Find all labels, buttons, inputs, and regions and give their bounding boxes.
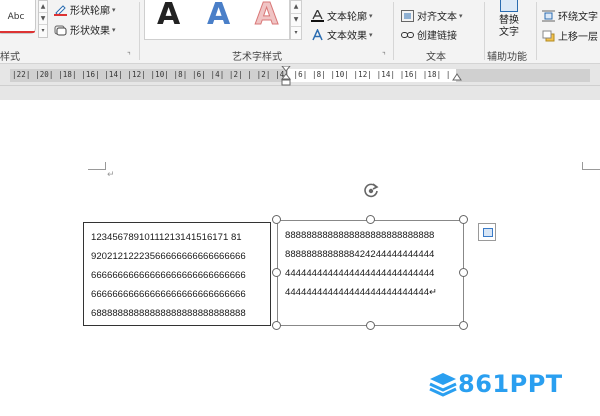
pen-icon <box>54 4 67 16</box>
textbox-2-line: 8888888888888424244444444444 <box>285 249 435 260</box>
textbox-1-line: 92021212223566666666666666666 <box>91 251 246 262</box>
scroll-up-icon[interactable]: ▲ <box>291 1 301 14</box>
brand-logo-text: 861PPT <box>458 370 563 398</box>
right-indent-marker-icon[interactable] <box>452 73 462 81</box>
resize-handle-top[interactable] <box>366 215 375 224</box>
alt-text-label-line2: 文字 <box>499 27 519 38</box>
scroll-down-icon[interactable]: ▼ <box>291 14 301 27</box>
chevron-down-icon: ▾ <box>369 30 373 39</box>
resize-handle-bottom-left[interactable] <box>272 321 281 330</box>
wordart-style-2[interactable]: A <box>207 0 230 32</box>
shape-outline-label: 形状轮廓 <box>70 6 110 17</box>
more-styles-icon[interactable]: ▾ <box>291 27 301 40</box>
shape-effects-label: 形状效果 <box>70 26 110 37</box>
group-separator <box>536 2 537 60</box>
chevron-down-icon: ▾ <box>112 5 116 14</box>
shape-style-preview-label: Abc <box>7 11 25 22</box>
paragraph-mark: ↵ <box>107 170 115 180</box>
margin-corner-mark <box>88 162 106 170</box>
text-outline-label: 文本轮廓 <box>327 12 367 23</box>
alt-text-icon <box>500 0 518 12</box>
layers-logo-icon <box>429 373 457 397</box>
shape-effects-icon <box>54 24 67 36</box>
resize-handle-left[interactable] <box>272 268 281 277</box>
bring-forward-label: 上移一层 <box>558 32 598 43</box>
text-group-label: 文本 <box>426 52 446 63</box>
ribbon: Abc ▲ ▼ ▾ 形状轮廓 ▾ 形状效果 ▾ 样式 ⌝ A A A ▲ ▼ ▾… <box>0 0 600 64</box>
link-icon <box>401 29 414 41</box>
bring-forward-button[interactable]: 上移一层 <box>542 28 598 43</box>
group-separator <box>139 2 140 60</box>
align-text-button[interactable]: 对齐文本 ▾ <box>401 8 463 23</box>
textbox-2[interactable]: 8888888888888888888888888888 88888888888… <box>277 220 464 326</box>
wordart-styles-group-label: 艺术字样式 <box>232 52 282 63</box>
text-outline-icon <box>311 8 324 22</box>
align-text-label: 对齐文本 <box>417 12 457 23</box>
chevron-down-icon: ▾ <box>112 25 116 34</box>
layout-options-icon[interactable] <box>478 223 496 241</box>
brand-logo: 861PPT <box>428 370 563 398</box>
text-outline-button[interactable]: 文本轮廓 ▾ <box>311 8 373 23</box>
create-link-button[interactable]: 创建链接 <box>401 27 457 42</box>
resize-handle-top-left[interactable] <box>272 215 281 224</box>
ruler-ticks: |22| |20| |18| |16| |14| |12| |10| |8| |… <box>12 70 451 79</box>
document-page[interactable]: ↵ 12345678910111213141516171 81 92021212… <box>0 100 600 416</box>
margin-corner-mark <box>582 162 600 170</box>
document-canvas: ↵ 12345678910111213141516171 81 92021212… <box>0 86 600 416</box>
textbox-1-line: 66666666666666666666666666666 <box>91 270 246 281</box>
resize-handle-right[interactable] <box>459 268 468 277</box>
wordart-style-1[interactable]: A <box>157 0 180 32</box>
shape-style-preview[interactable]: Abc <box>0 0 36 34</box>
more-styles-icon[interactable]: ▾ <box>39 25 47 37</box>
indent-marker-icon[interactable] <box>281 66 291 86</box>
alt-text-button[interactable]: 替换 文字 <box>487 0 531 46</box>
alt-text-label-line1: 替换 <box>499 15 519 26</box>
chevron-down-icon: ▾ <box>459 11 463 20</box>
text-effects-button[interactable]: 文本效果 ▾ <box>311 27 373 42</box>
textbox-2-line: 8888888888888888888888888888 <box>285 230 435 241</box>
dialog-launcher-icon[interactable]: ⌝ <box>382 51 386 60</box>
wrap-text-label: 环绕文字 <box>558 12 598 23</box>
textbox-1-line: 66666666666666666666666666666 <box>91 289 246 300</box>
shape-style-scroller[interactable]: ▲ ▼ ▾ <box>38 0 48 38</box>
textbox-2-line: 444444444444444444444444444↵ <box>285 287 438 298</box>
wrap-text-icon <box>542 10 555 22</box>
resize-handle-bottom-right[interactable] <box>459 321 468 330</box>
textbox-1-line: 68888888888888888888888888888 <box>91 308 246 319</box>
resize-handle-bottom[interactable] <box>366 321 375 330</box>
create-link-label: 创建链接 <box>417 31 457 42</box>
scroll-up-icon[interactable]: ▲ <box>39 1 47 13</box>
shape-effects-button[interactable]: 形状效果 ▾ <box>54 22 116 37</box>
shape-styles-group-label: 样式 <box>0 52 20 63</box>
rotate-handle-icon[interactable] <box>362 182 380 200</box>
chevron-down-icon: ▾ <box>369 11 373 20</box>
align-text-icon <box>401 9 414 22</box>
scroll-down-icon[interactable]: ▼ <box>39 13 47 25</box>
bring-forward-icon <box>542 30 555 42</box>
group-separator <box>393 2 394 60</box>
shape-outline-button[interactable]: 形状轮廓 ▾ <box>54 2 116 17</box>
wordart-gallery[interactable]: A A A <box>144 0 290 40</box>
wordart-gallery-scroller[interactable]: ▲ ▼ ▾ <box>290 0 302 40</box>
resize-handle-top-right[interactable] <box>459 215 468 224</box>
textbox-1[interactable]: 12345678910111213141516171 81 9202121222… <box>83 222 271 326</box>
text-effects-label: 文本效果 <box>327 31 367 42</box>
textbox-2-line: 4444444444444444444444444444 <box>285 268 435 279</box>
text-effects-icon <box>311 27 324 41</box>
group-separator <box>484 2 485 60</box>
textbox-1-line: 12345678910111213141516171 81 <box>91 232 242 243</box>
dialog-launcher-icon[interactable]: ⌝ <box>127 51 131 60</box>
wordart-style-3[interactable]: A <box>254 0 278 32</box>
wrap-text-button[interactable]: 环绕文字 <box>542 8 598 23</box>
horizontal-ruler[interactable]: |22| |20| |18| |16| |14| |12| |10| |8| |… <box>0 64 600 86</box>
accessibility-group-label: 辅助功能 <box>487 52 527 63</box>
